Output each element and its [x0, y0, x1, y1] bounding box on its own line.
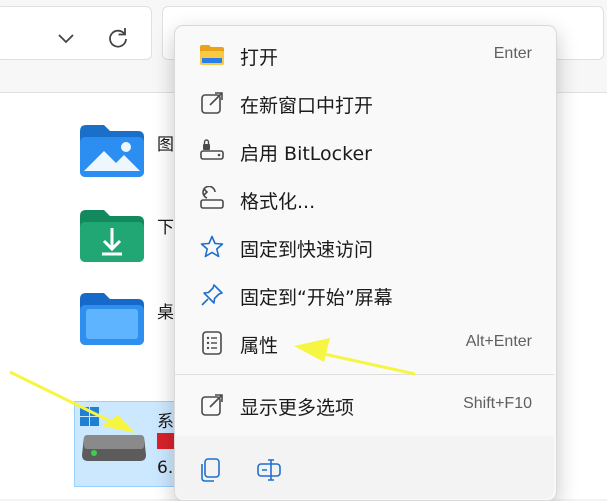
refresh-icon[interactable]: [105, 25, 131, 51]
menu-item-show-more-options[interactable]: 显示更多选项 Shift+F10: [183, 382, 548, 428]
menu-item-pin-start[interactable]: 固定到“开始”屏幕: [183, 272, 548, 318]
menu-accelerator: Alt+Enter: [465, 333, 532, 350]
pin-icon: [201, 284, 223, 306]
menu-label: 打开: [240, 47, 279, 69]
menu-label: 格式化...: [240, 191, 316, 213]
downloads-folder-icon[interactable]: [80, 210, 144, 262]
menu-item-format[interactable]: 格式化...: [183, 176, 548, 222]
context-menu: 打开 Enter 在新窗口中打开 启用 BitLocker 格式化... 固定到…: [174, 25, 557, 501]
menu-item-properties[interactable]: 属性 Alt+Enter: [183, 320, 548, 366]
menu-label: 固定到“开始”屏幕: [240, 287, 393, 309]
drive-name[interactable]: 系: [157, 407, 174, 432]
show-more-options-icon: [201, 394, 223, 416]
open-new-window-icon: [201, 92, 223, 114]
menu-item-open[interactable]: 打开 Enter: [183, 32, 548, 78]
folder-label-downloads[interactable]: 下: [157, 213, 174, 238]
copy-icon[interactable]: [197, 456, 225, 484]
desktop-folder-icon[interactable]: [80, 293, 144, 345]
menu-item-open-new-window[interactable]: 在新窗口中打开: [183, 80, 548, 126]
menu-accelerator: Enter: [493, 45, 532, 62]
pictures-folder-icon[interactable]: [80, 125, 144, 177]
folder-icon: [200, 45, 224, 65]
rename-icon[interactable]: [255, 456, 283, 484]
format-drive-icon: [200, 186, 224, 209]
drive-size: 6.: [157, 458, 174, 478]
menu-label: 在新窗口中打开: [240, 95, 374, 117]
properties-icon: [202, 331, 222, 355]
menu-label: 固定到快速访问: [240, 239, 374, 261]
address-bar[interactable]: [0, 6, 152, 60]
menu-accelerator: Shift+F10: [463, 395, 532, 412]
folder-label-desktop[interactable]: 桌: [157, 298, 174, 323]
star-icon: [200, 235, 224, 258]
menu-item-bitlocker[interactable]: 启用 BitLocker: [183, 128, 548, 174]
menu-label: 属性: [240, 335, 279, 357]
menu-label: 启用 BitLocker: [240, 143, 372, 165]
menu-quick-actions: [175, 436, 554, 499]
chevron-down-icon[interactable]: [53, 25, 79, 51]
folder-label-pictures[interactable]: 图: [157, 130, 174, 155]
menu-item-pin-quick-access[interactable]: 固定到快速访问: [183, 224, 548, 270]
menu-label: 显示更多选项: [240, 397, 355, 419]
menu-separator: [175, 374, 554, 375]
bitlocker-lock-icon: [200, 139, 224, 160]
windows-drive-icon: [80, 407, 146, 461]
